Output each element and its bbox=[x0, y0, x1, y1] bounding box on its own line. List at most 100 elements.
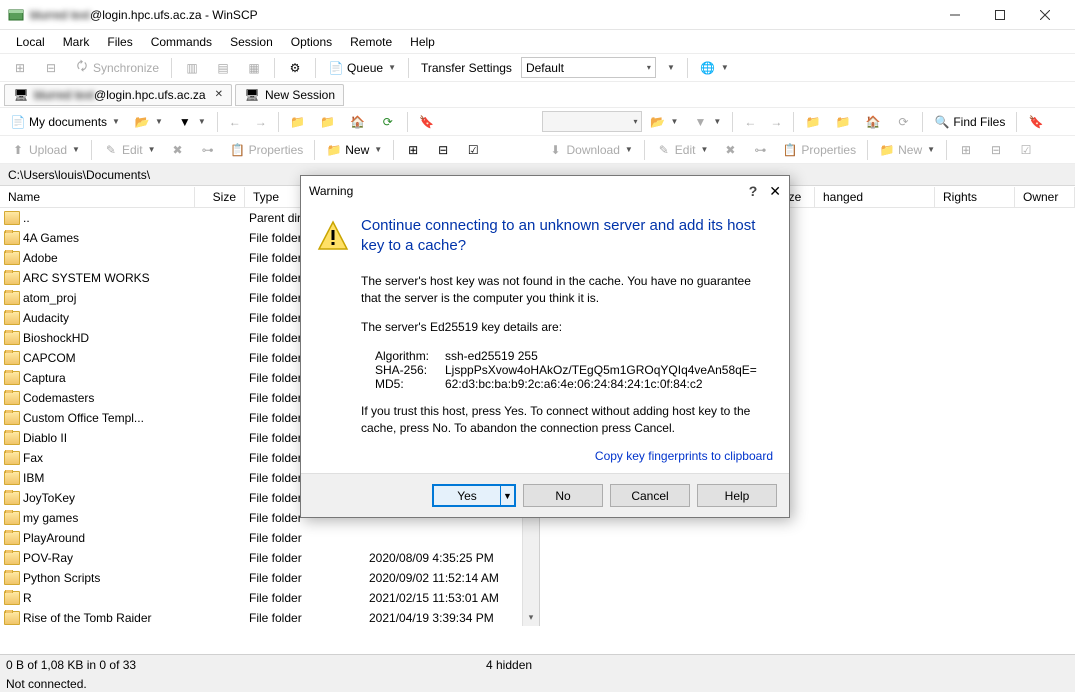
dialog-para3: If you trust this host, press Yes. To co… bbox=[361, 403, 773, 438]
file-row[interactable]: Python ScriptsFile folder2020/09/02 11:5… bbox=[0, 568, 539, 588]
file-name: R bbox=[0, 590, 195, 606]
file-row[interactable]: PlayAroundFile folder bbox=[0, 528, 539, 548]
menu-session[interactable]: Session bbox=[222, 32, 281, 52]
menu-remote[interactable]: Remote bbox=[342, 32, 400, 52]
dialog-heading: Continue connecting to an unknown server… bbox=[361, 216, 773, 257]
settings-icon[interactable]: ⚙ bbox=[281, 57, 309, 79]
local-fwd-icon[interactable]: → bbox=[249, 111, 273, 133]
file-row[interactable]: RFile folder2021/02/15 11:53:01 AM bbox=[0, 588, 539, 608]
menu-files[interactable]: Files bbox=[99, 32, 140, 52]
local-root-folder-icon[interactable]: 📁 bbox=[314, 111, 342, 133]
menu-mark[interactable]: Mark bbox=[55, 32, 98, 52]
file-row[interactable]: Rise of the Tomb RaiderFile folder2021/0… bbox=[0, 608, 539, 628]
maximize-button[interactable] bbox=[977, 0, 1022, 29]
folder-icon bbox=[4, 351, 20, 365]
menu-local[interactable]: Local bbox=[8, 32, 53, 52]
remote-bookmark-icon: 🔖 bbox=[1022, 111, 1050, 133]
tab-close-icon[interactable]: ✕ bbox=[215, 89, 223, 100]
session-tab-active[interactable]: 🖥 blurred text@login.hpc.ufs.ac.za ✕ bbox=[4, 84, 232, 106]
file-changed: 2020/08/09 4:35:25 PM bbox=[365, 550, 515, 566]
no-button[interactable]: No bbox=[523, 484, 603, 507]
file-size bbox=[195, 477, 245, 479]
local-minus-icon[interactable]: ⊟ bbox=[429, 139, 457, 161]
col-owner-r[interactable]: Owner bbox=[1015, 187, 1075, 207]
col-changed-r[interactable]: hanged bbox=[815, 187, 935, 207]
local-back-icon[interactable]: ← bbox=[223, 111, 247, 133]
file-name: Diablo II bbox=[0, 430, 195, 446]
transfer-settings-combo[interactable]: Default▾ bbox=[521, 57, 656, 78]
help-button[interactable]: Help bbox=[697, 484, 777, 507]
menu-options[interactable]: Options bbox=[283, 32, 340, 52]
local-check-icon[interactable]: ☑ bbox=[459, 139, 487, 161]
local-bookmark-icon[interactable]: 🔖 bbox=[413, 111, 441, 133]
local-extra-icon[interactable]: ⊶ bbox=[194, 139, 222, 161]
local-new-button[interactable]: 📁New▼ bbox=[320, 139, 388, 161]
session-tabs: 🖥 blurred text@login.hpc.ufs.ac.za ✕ 🖥 N… bbox=[0, 82, 1075, 108]
local-nav-toolbar: 📄My documents▼ 📂▼ ▼▼ ← → 📁 📁 🏠 ⟳ 🔖 bbox=[0, 108, 538, 136]
local-up-folder-icon[interactable]: 📁 bbox=[284, 111, 312, 133]
scrollbar-down-icon[interactable]: ▾ bbox=[523, 609, 539, 626]
disconnect-icon[interactable]: 🌐▼ bbox=[694, 57, 735, 79]
file-type: File folder bbox=[245, 530, 365, 546]
folder-icon bbox=[4, 391, 20, 405]
menu-commands[interactable]: Commands bbox=[143, 32, 220, 52]
cancel-button[interactable]: Cancel bbox=[610, 484, 690, 507]
file-row[interactable]: POV-RayFile folder2020/08/09 4:35:25 PM bbox=[0, 548, 539, 568]
warning-icon bbox=[317, 220, 349, 252]
yes-dropdown[interactable]: ▼ bbox=[500, 484, 516, 507]
local-home-icon[interactable]: 🏠 bbox=[344, 111, 372, 133]
upload-button[interactable]: ⬆Upload▼ bbox=[4, 139, 86, 161]
menu-help[interactable]: Help bbox=[402, 32, 443, 52]
local-plus-icon[interactable]: ⊞ bbox=[399, 139, 427, 161]
sync-browse-icon[interactable]: ⊞ bbox=[6, 57, 34, 79]
tool-icon-b[interactable]: ▤ bbox=[209, 57, 237, 79]
file-name: 4A Games bbox=[0, 230, 195, 246]
folder-icon bbox=[4, 531, 20, 545]
local-filter-icon[interactable]: ▼▼ bbox=[171, 111, 212, 133]
tool-icon-c[interactable]: ▦ bbox=[240, 57, 268, 79]
local-edit-button[interactable]: ✎Edit▼ bbox=[97, 139, 162, 161]
file-type: File folder bbox=[245, 610, 365, 626]
dialog-para2: The server's Ed25519 key details are: bbox=[361, 319, 773, 336]
compare-icon[interactable]: ⊟ bbox=[37, 57, 65, 79]
file-size bbox=[195, 217, 245, 219]
dialog-title: Warning bbox=[309, 184, 749, 198]
folder-icon bbox=[4, 411, 20, 425]
dialog-close-icon[interactable]: ✕ bbox=[769, 183, 781, 200]
synchronize-button[interactable]: 🗘Synchronize bbox=[68, 57, 165, 79]
minimize-button[interactable] bbox=[932, 0, 977, 29]
folder-icon bbox=[4, 311, 20, 325]
dialog-help-icon[interactable]: ? bbox=[749, 183, 758, 199]
kv-md5-v: 62:d3:bc:ba:b9:2c:a6:4e:06:24:84:24:1c:0… bbox=[445, 377, 703, 391]
local-refresh-icon[interactable]: ⟳ bbox=[374, 111, 402, 133]
file-name: JoyToKey bbox=[0, 490, 195, 506]
close-button[interactable] bbox=[1022, 0, 1067, 29]
local-delete-icon[interactable]: ✖ bbox=[164, 139, 192, 161]
col-rights-r[interactable]: Rights bbox=[935, 187, 1015, 207]
kv-md5-k: MD5: bbox=[375, 377, 445, 391]
file-name: Audacity bbox=[0, 310, 195, 326]
transfer-settings-dd[interactable]: ▼ bbox=[659, 57, 681, 79]
panel-nav-toolbars: 📄My documents▼ 📂▼ ▼▼ ← → 📁 📁 🏠 ⟳ 🔖 ▾ 📂▼ … bbox=[0, 108, 1075, 136]
yes-button[interactable]: Yes bbox=[432, 484, 500, 507]
download-button: ⬇Download▼ bbox=[542, 139, 639, 161]
local-open-folder-icon[interactable]: 📂▼ bbox=[128, 111, 169, 133]
folder-icon bbox=[4, 331, 20, 345]
col-size[interactable]: Size bbox=[195, 187, 245, 207]
remote-extra-icon: ⊶ bbox=[746, 139, 774, 161]
queue-button[interactable]: 📄Queue▼ bbox=[322, 57, 402, 79]
find-files-button[interactable]: 🔍Find Files bbox=[928, 111, 1011, 133]
dialog-para1: The server's host key was not found in t… bbox=[361, 273, 773, 308]
new-session-tab[interactable]: 🖥 New Session bbox=[235, 84, 344, 106]
remote-back-icon: ← bbox=[738, 111, 762, 133]
local-properties-button[interactable]: 📋Properties bbox=[224, 139, 310, 161]
col-name[interactable]: Name bbox=[0, 187, 195, 207]
folder-icon bbox=[4, 491, 20, 505]
local-drive-combo[interactable]: 📄My documents▼ bbox=[4, 111, 126, 133]
copy-fingerprints-link[interactable]: Copy key fingerprints to clipboard bbox=[361, 449, 773, 463]
tool-icon-a[interactable]: ▥ bbox=[178, 57, 206, 79]
file-size bbox=[195, 357, 245, 359]
file-size bbox=[195, 557, 245, 559]
titlebar: blurred text@login.hpc.ufs.ac.za - WinSC… bbox=[0, 0, 1075, 30]
up-folder-icon bbox=[4, 211, 20, 225]
